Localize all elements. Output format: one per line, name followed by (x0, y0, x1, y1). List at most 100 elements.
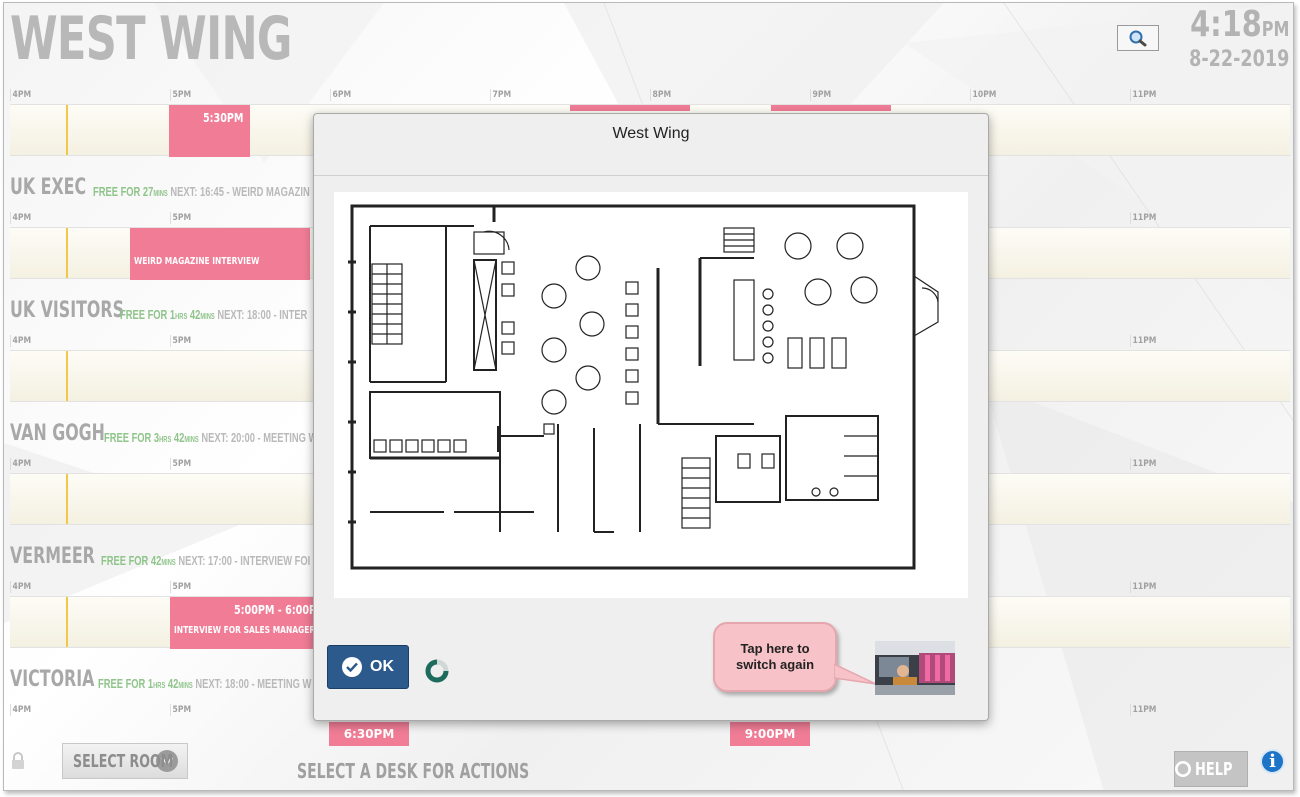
info-icon[interactable]: i (1260, 749, 1285, 774)
tick-label: 5PM (170, 89, 191, 101)
tick-label: 4PM (10, 335, 31, 347)
help-label: HELP (1194, 758, 1233, 780)
next-booking: NEXT: 18:00 - MEETING W (195, 676, 312, 691)
clock-hours: 4:18 (1189, 4, 1262, 45)
tick-label: 11PM (1130, 89, 1156, 101)
next-booking: NEXT: 18:00 - INTER (217, 307, 308, 322)
free-unit-2: MINS (200, 312, 215, 321)
tick-label: 5PM (170, 704, 191, 716)
page-title: WEST WING (10, 4, 292, 74)
current-time-line (66, 105, 68, 155)
tick-label: 5PM (170, 212, 191, 224)
tick-label: 11PM (1130, 704, 1156, 716)
event-block[interactable] (771, 105, 891, 111)
tick-label: 4PM (10, 704, 31, 716)
event-block[interactable]: 5:00PM - 6:00P INTERVIEW FOR SALES MANAG… (170, 597, 320, 649)
tooltip-pointer (834, 663, 877, 685)
free-label: FREE FOR 27 (93, 184, 154, 199)
tick-label: 4PM (10, 212, 31, 224)
tick-label: 5PM (170, 335, 191, 347)
free-label: FREE FOR 42 (101, 553, 162, 568)
lifebuoy-icon (1175, 761, 1191, 777)
clock-time: 4:18PM (1189, 5, 1289, 49)
checkmark-icon (342, 657, 362, 677)
lock-icon[interactable] (10, 751, 26, 771)
tick-label: 4PM (10, 581, 31, 593)
free-unit: HRS (175, 312, 188, 321)
tooltip-line: Tap here to (740, 641, 810, 656)
event-block[interactable]: 9:00PM (730, 722, 810, 746)
tick-label: 10PM (970, 89, 996, 101)
switch-view-thumbnail[interactable] (875, 641, 955, 695)
room-name: VAN GOGH (10, 421, 105, 446)
room-name: UK VISITORS (10, 298, 124, 323)
tick-label: 5PM (170, 458, 191, 470)
free-label-2: 42 (173, 430, 185, 445)
next-booking: NEXT: 17:00 - INTERVIEW FOI (178, 553, 311, 568)
floor-plan-dialog: West Wing OK Tap here to switch again (313, 113, 989, 721)
search-icon (1129, 30, 1147, 47)
tick-label: 4PM (10, 89, 31, 101)
free-unit: HRS (153, 681, 166, 690)
event-block[interactable] (570, 105, 690, 111)
room-status: FREE FOR 27MINS NEXT: 16:45 - WEIRD MAGA… (93, 184, 310, 199)
event-time: 5:00PM - 6:00P (234, 603, 317, 617)
tick-label: 11PM (1130, 581, 1156, 593)
tooltip-line: switch again (735, 657, 815, 672)
room-name: VERMEER (10, 544, 95, 569)
room-name: VICTORIA (10, 667, 95, 692)
free-label: FREE FOR 3 (104, 430, 160, 445)
room-photo-thumbnail (875, 641, 955, 695)
free-unit: HRS (159, 435, 172, 444)
current-time-line (66, 228, 68, 278)
floor-plan-image[interactable] (334, 192, 968, 598)
event-name: WEIRD MAGAZINE INTERVIEW (134, 256, 260, 267)
clock-ampm: PM (1261, 17, 1289, 41)
free-label: FREE FOR 1 (120, 307, 176, 322)
free-unit-2: MINS (178, 681, 193, 690)
current-time-line (66, 474, 68, 524)
next-booking: NEXT: 16:45 - WEIRD MAGAZIN (170, 184, 310, 199)
room-name: UK EXEC (10, 175, 87, 200)
free-label-2: 42 (167, 676, 179, 691)
dialog-title: West Wing (612, 125, 690, 142)
current-time-line (66, 597, 68, 647)
select-room-label: SELECT ROOM (73, 750, 174, 772)
tick-label: 8PM (650, 89, 671, 101)
switch-hint-tooltip: Tap here to switch again (713, 622, 837, 692)
room-status: FREE FOR 42MINS NEXT: 17:00 - INTERVIEW … (101, 553, 310, 568)
tick-label: 7PM (490, 89, 511, 101)
free-unit: MINS (153, 189, 168, 198)
clock: 4:18PM 8-22-2019 (1164, 5, 1289, 71)
ok-button[interactable]: OK (327, 645, 409, 689)
ok-label: OK (370, 658, 394, 675)
tick-label: 11PM (1130, 212, 1156, 224)
tick-label: 4PM (10, 458, 31, 470)
free-label: FREE FOR 1 (98, 676, 154, 691)
tick-label: 11PM (1130, 335, 1156, 347)
event-block[interactable]: 6:30PM (329, 722, 409, 746)
event-block[interactable]: WEIRD MAGAZINE INTERVIEW (130, 228, 310, 280)
loading-spinner-icon (425, 659, 449, 683)
room-status: FREE FOR 3HRS 42MINS NEXT: 20:00 - MEETI… (104, 430, 317, 445)
help-button[interactable]: HELP (1174, 751, 1248, 787)
room-status: FREE FOR 1HRS 42MINS NEXT: 18:00 - MEETI… (98, 676, 311, 691)
tick-label: 9PM (810, 89, 831, 101)
dialog-header: West Wing (314, 114, 988, 176)
event-name: INTERVIEW FOR SALES MANAGER (174, 625, 316, 636)
search-button[interactable] (1117, 25, 1159, 51)
select-room-button[interactable]: SELECT ROOM (62, 743, 188, 779)
tick-label: 11PM (1130, 458, 1156, 470)
select-desk-hint: SELECT A DESK FOR ACTIONS (297, 759, 530, 783)
app-window: WEST WING 4:18PM 8-22-2019 4PM 5PM 6PM 7… (3, 2, 1294, 791)
free-unit: MINS (161, 558, 176, 567)
event-time: 5:30PM (203, 111, 244, 125)
event-block[interactable]: 5:30PM (169, 105, 250, 157)
tick-label: 5PM (170, 581, 191, 593)
tick-label: 6PM (330, 89, 351, 101)
free-label-2: 42 (189, 307, 201, 322)
clock-date: 8-22-2019 (1188, 47, 1289, 72)
free-unit-2: MINS (184, 435, 199, 444)
next-booking: NEXT: 20:00 - MEETING W (201, 430, 318, 445)
current-time-line (66, 351, 68, 401)
